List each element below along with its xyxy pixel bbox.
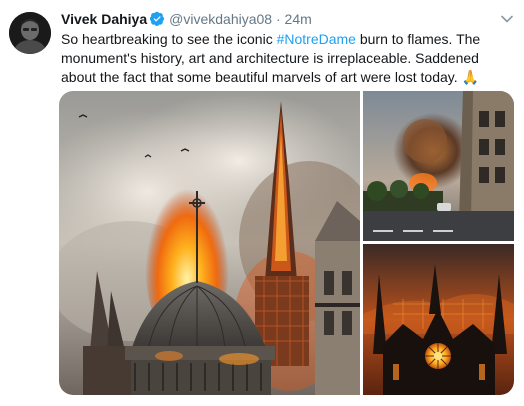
- photo-smoke-street[interactable]: [363, 91, 514, 241]
- verified-badge-icon: [149, 11, 165, 29]
- tweet-header: Vivek Dahiya @vivekdahiya08 · 24m: [61, 11, 312, 29]
- hashtag-link[interactable]: #NotreDame: [277, 31, 356, 47]
- media-grid: [59, 91, 514, 395]
- photo-rose-window[interactable]: [363, 244, 514, 395]
- photo-spire-fire[interactable]: [59, 91, 360, 395]
- author-name[interactable]: Vivek Dahiya: [61, 11, 147, 27]
- avatar[interactable]: [9, 12, 51, 54]
- author-handle[interactable]: @vivekdahiya08: [169, 11, 272, 27]
- tweet-text-part: So heartbreaking to see the iconic: [61, 31, 277, 47]
- tweet[interactable]: Vivek Dahiya @vivekdahiya08 · 24m So hear…: [0, 0, 524, 406]
- tweet-text: So heartbreaking to see the iconic #Notr…: [61, 30, 511, 87]
- chevron-down-icon[interactable]: [500, 12, 514, 26]
- separator-dot: ·: [275, 11, 281, 27]
- praying-hands-emoji: 🙏: [461, 69, 479, 85]
- tweet-timestamp[interactable]: 24m: [285, 11, 312, 27]
